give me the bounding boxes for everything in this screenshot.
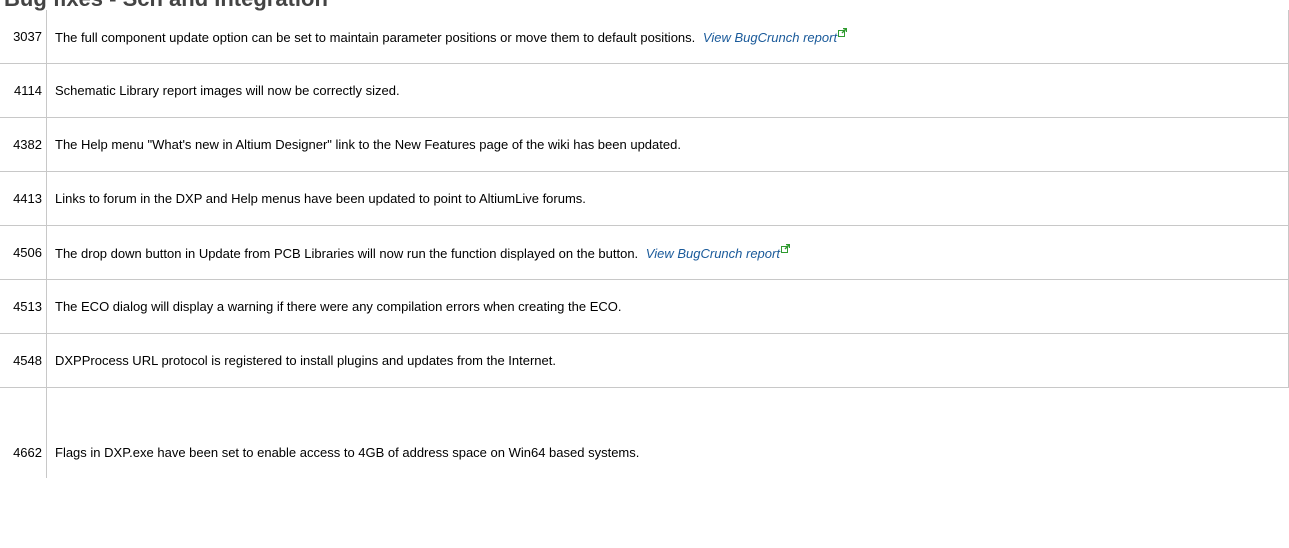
table-row: 4662 Flags in DXP.exe have been set to e… <box>0 387 1289 478</box>
bug-description-cell: Schematic Library report images will now… <box>46 63 1289 118</box>
bug-description-cell: The full component update option can be … <box>46 10 1289 64</box>
table-row: 4548 DXPProcess URL protocol is register… <box>0 333 1289 388</box>
bug-description: DXPProcess URL protocol is registered to… <box>55 353 556 368</box>
page: Bug fixes - Sch and Integration 3037 The… <box>0 0 1289 548</box>
view-bugcrunch-report-link[interactable]: View BugCrunch report <box>703 30 837 45</box>
bug-description-cell: Links to forum in the DXP and Help menus… <box>46 171 1289 226</box>
bug-id: 4413 <box>0 171 47 226</box>
table-row: 4413 Links to forum in the DXP and Help … <box>0 171 1289 226</box>
bug-description-cell: The drop down button in Update from PCB … <box>46 225 1289 280</box>
bug-id: 4382 <box>0 117 47 172</box>
bug-id: 4662 <box>0 387 47 478</box>
bug-description-cell: Flags in DXP.exe have been set to enable… <box>46 387 1289 478</box>
bug-description: Links to forum in the DXP and Help menus… <box>55 191 586 206</box>
bug-description: The Help menu "What's new in Altium Desi… <box>55 137 681 152</box>
bug-description: Flags in DXP.exe have been set to enable… <box>55 445 640 460</box>
external-link-icon[interactable] <box>780 244 790 253</box>
bug-id: 4506 <box>0 225 47 280</box>
bug-fixes-table: 3037 The full component update option ca… <box>0 10 1289 478</box>
bug-description-cell: DXPProcess URL protocol is registered to… <box>46 333 1289 388</box>
bug-description: The full component update option can be … <box>55 30 696 45</box>
bug-description-cell: The ECO dialog will display a warning if… <box>46 279 1289 334</box>
table-row: 4506 The drop down button in Update from… <box>0 225 1289 280</box>
bug-description: Schematic Library report images will now… <box>55 83 400 98</box>
bug-description-cell: The Help menu "What's new in Altium Desi… <box>46 117 1289 172</box>
external-link-icon[interactable] <box>838 28 848 37</box>
bug-id: 4513 <box>0 279 47 334</box>
bug-description: The ECO dialog will display a warning if… <box>55 299 622 314</box>
bug-id: 4114 <box>0 63 47 118</box>
bug-id: 3037 <box>0 10 47 64</box>
table-row: 3037 The full component update option ca… <box>0 10 1289 64</box>
table-row: 4513 The ECO dialog will display a warni… <box>0 279 1289 334</box>
table-row: 4114 Schematic Library report images wil… <box>0 63 1289 118</box>
bug-id: 4548 <box>0 333 47 388</box>
view-bugcrunch-report-link[interactable]: View BugCrunch report <box>646 246 780 261</box>
table-row: 4382 The Help menu "What's new in Altium… <box>0 117 1289 172</box>
bug-description: The drop down button in Update from PCB … <box>55 246 639 261</box>
